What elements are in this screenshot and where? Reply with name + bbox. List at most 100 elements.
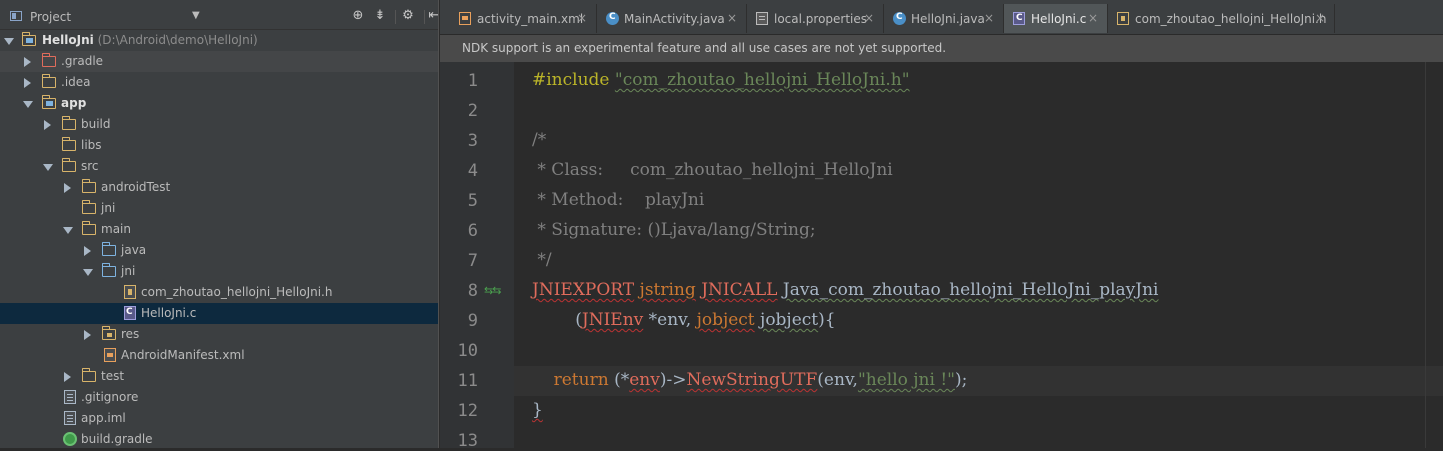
tab-hellojni-c[interactable]: HelloJni.c ×: [1004, 4, 1108, 33]
collapse-arrow-icon[interactable]: [64, 372, 71, 382]
tree-item[interactable]: libs: [0, 135, 438, 156]
tree-item[interactable]: AndroidManifest.xml: [0, 345, 438, 366]
collapse-arrow-icon[interactable]: [84, 246, 91, 256]
tab-label: activity_main.xml: [477, 12, 584, 26]
tree-item-root[interactable]: HelloJni (D:\Android\demo\HelloJni): [0, 30, 438, 51]
expand-arrow-icon[interactable]: [63, 227, 73, 234]
tree-item[interactable]: com_zhoutao_hellojni_HelloJni.h: [0, 282, 438, 303]
tree-item[interactable]: androidTest: [0, 177, 438, 198]
tree-item-label: .idea: [61, 75, 91, 89]
close-icon[interactable]: ×: [984, 11, 994, 25]
source-folder-icon: [101, 242, 116, 256]
tree-item[interactable]: java: [0, 240, 438, 261]
tab-activity-main-xml[interactable]: activity_main.xml ×: [450, 4, 597, 33]
tab-hellojni-header[interactable]: com_zhoutao_hellojni_HelloJni.h ×: [1108, 4, 1335, 33]
jni-navigation-icon[interactable]: ⇆⇆: [484, 284, 501, 297]
xml-file-icon: [459, 12, 471, 25]
tree-item[interactable]: res: [0, 324, 438, 345]
ide-window: Project ▼ ⊕ ⇟ ⚙ ⇤ HelloJni (D:\Android\d…: [0, 0, 1443, 451]
tab-hellojni-java[interactable]: HelloJni.java ×: [884, 4, 1004, 33]
folder-icon: [61, 158, 76, 172]
line-number: 2: [467, 101, 478, 121]
c-file-icon: [1013, 12, 1025, 25]
xml-file-icon: [104, 348, 116, 362]
line-number: 1: [467, 71, 478, 91]
tree-item-label: AndroidManifest.xml: [121, 348, 245, 362]
gear-icon[interactable]: ⚙: [400, 8, 416, 24]
project-pane-header: Project ▼ ⊕ ⇟ ⚙ ⇤: [0, 0, 438, 30]
project-view-selector[interactable]: Project: [30, 10, 71, 24]
close-icon[interactable]: ×: [1088, 11, 1098, 25]
java-class-icon: [893, 12, 906, 25]
line-number: 10: [457, 341, 478, 361]
hide-pane-icon[interactable]: ⇤: [426, 8, 438, 24]
tree-item[interactable]: build: [0, 114, 438, 135]
line-number: 11: [457, 371, 478, 391]
module-icon: [21, 32, 36, 46]
collapse-arrow-icon[interactable]: [24, 57, 31, 67]
collapse-arrow-icon[interactable]: [24, 78, 31, 88]
ndk-notice-banner: NDK support is an experimental feature a…: [440, 35, 1443, 62]
tree-item[interactable]: .idea: [0, 72, 438, 93]
code-line-7: */: [532, 250, 552, 270]
tab-mainactivity-java[interactable]: MainActivity.java ×: [597, 4, 747, 33]
tab-label: HelloJni.java: [911, 12, 985, 26]
tree-item[interactable]: build.gradle: [0, 429, 438, 448]
editor-tab-bar: activity_main.xml × MainActivity.java × …: [440, 0, 1443, 35]
header-file-icon: [124, 285, 136, 299]
tree-item[interactable]: app.iml: [0, 408, 438, 429]
tab-label: HelloJni.c: [1031, 12, 1087, 26]
collapse-arrow-icon[interactable]: [84, 330, 91, 340]
tree-item-label: res: [121, 327, 140, 341]
tree-item[interactable]: app: [0, 93, 438, 114]
code-line-4: * Class: com_zhoutao_hellojni_HelloJni: [532, 160, 893, 180]
tree-item[interactable]: main: [0, 219, 438, 240]
tab-label: local.properties: [774, 12, 868, 26]
close-icon[interactable]: ×: [1315, 11, 1325, 25]
close-icon[interactable]: ×: [577, 11, 587, 25]
expand-arrow-icon[interactable]: [83, 269, 93, 276]
tree-item-label: HelloJni: [42, 33, 94, 47]
collapse-arrow-icon[interactable]: [44, 120, 51, 130]
code-line-6: * Signature: ()Ljava/lang/String;: [532, 220, 816, 240]
close-icon[interactable]: ×: [864, 11, 874, 25]
tree-item-label: libs: [81, 138, 102, 152]
tree-item[interactable]: jni: [0, 198, 438, 219]
collapse-all-icon[interactable]: ⇟: [372, 8, 388, 24]
tree-item-selected[interactable]: HelloJni.c: [0, 303, 438, 324]
code-line-5: * Method: playJni: [532, 190, 705, 210]
folder-icon: [81, 200, 96, 214]
folder-icon: [81, 368, 96, 382]
code-line-9: (JNIEnv *env, jobject jobject){: [532, 310, 836, 330]
collapse-arrow-icon[interactable]: [64, 183, 71, 193]
folder-icon: [61, 116, 76, 130]
gradle-icon: [63, 432, 77, 446]
editor-gutter[interactable]: 1 2 3 4 5 6 7 8 9 10 11 12 13 ⇆⇆: [440, 62, 528, 451]
scroll-from-source-icon[interactable]: ⊕: [350, 8, 366, 24]
module-folder-icon: [41, 95, 56, 109]
tree-item-label: com_zhoutao_hellojni_HelloJni.h: [141, 285, 333, 299]
tree-item[interactable]: jni: [0, 261, 438, 282]
tab-local-properties[interactable]: local.properties ×: [747, 4, 884, 33]
right-margin-guide: [1425, 62, 1426, 448]
tree-item[interactable]: .gitignore: [0, 387, 438, 408]
iml-file-icon: [64, 411, 76, 425]
tree-item[interactable]: .gradle: [0, 51, 438, 72]
tree-item-label: jni: [121, 264, 136, 278]
code-line-11: return (*env)->NewStringUTF(env,"hello j…: [553, 370, 968, 390]
expand-arrow-icon[interactable]: [43, 164, 53, 171]
tree-item-label: jni: [101, 201, 116, 215]
expand-arrow-icon[interactable]: [23, 101, 33, 108]
expand-arrow-icon[interactable]: [4, 38, 14, 45]
chevron-down-icon[interactable]: ▼: [192, 10, 200, 21]
code-editor[interactable]: #include "com_zhoutao_hellojni_HelloJni.…: [514, 62, 1443, 448]
tree-item[interactable]: src: [0, 156, 438, 177]
text-file-icon: [64, 390, 76, 404]
close-icon[interactable]: ×: [727, 11, 737, 25]
code-line-8: JNIEXPORT jstring JNICALL Java_com_zhout…: [532, 280, 1159, 300]
tree-item[interactable]: test: [0, 366, 438, 387]
tab-label: com_zhoutao_hellojni_HelloJni.h: [1135, 12, 1327, 26]
project-pane: Project ▼ ⊕ ⇟ ⚙ ⇤ HelloJni (D:\Android\d…: [0, 0, 438, 448]
folder-icon: [61, 137, 76, 151]
line-number: 13: [457, 431, 478, 451]
